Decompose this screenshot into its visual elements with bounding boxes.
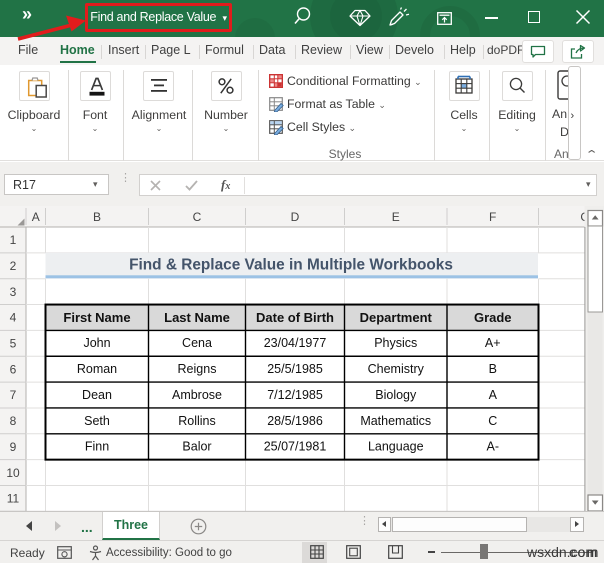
svg-text:Last Name: Last Name bbox=[164, 310, 230, 325]
svg-text:F: F bbox=[489, 210, 496, 224]
svg-text:Seth: Seth bbox=[84, 414, 110, 428]
svg-text:C: C bbox=[488, 414, 497, 428]
svg-text:Dean: Dean bbox=[82, 388, 112, 402]
svg-text:Department: Department bbox=[360, 310, 433, 325]
svg-text:7/12/1985: 7/12/1985 bbox=[267, 388, 323, 402]
svg-text:9: 9 bbox=[10, 440, 17, 454]
svg-text:First Name: First Name bbox=[63, 310, 130, 325]
svg-text:23/04/1977: 23/04/1977 bbox=[264, 336, 327, 350]
svg-text:6: 6 bbox=[10, 362, 17, 376]
svg-text:Find & Replace Value in Multip: Find & Replace Value in Multiple Workboo… bbox=[129, 256, 453, 273]
svg-text:John: John bbox=[83, 336, 110, 350]
svg-text:Physics: Physics bbox=[374, 336, 417, 350]
svg-text:A-: A- bbox=[487, 440, 500, 454]
svg-text:3: 3 bbox=[10, 285, 17, 299]
svg-text:1: 1 bbox=[10, 233, 17, 247]
svg-text:Cena: Cena bbox=[182, 336, 212, 350]
svg-text:E: E bbox=[392, 210, 400, 224]
svg-text:A: A bbox=[489, 388, 498, 402]
svg-text:C: C bbox=[193, 210, 202, 224]
svg-text:Finn: Finn bbox=[85, 440, 109, 454]
svg-text:B: B bbox=[489, 362, 497, 376]
svg-text:Reigns: Reigns bbox=[178, 362, 217, 376]
svg-text:25/5/1985: 25/5/1985 bbox=[267, 362, 323, 376]
svg-text:4: 4 bbox=[10, 311, 17, 325]
svg-text:Grade: Grade bbox=[474, 310, 512, 325]
svg-text:Rollins: Rollins bbox=[178, 414, 216, 428]
svg-text:Language: Language bbox=[368, 440, 424, 454]
svg-text:A+: A+ bbox=[485, 336, 501, 350]
svg-text:7: 7 bbox=[10, 388, 17, 402]
svg-text:Ambrose: Ambrose bbox=[172, 388, 222, 402]
svg-text:Biology: Biology bbox=[375, 388, 417, 402]
svg-text:Chemistry: Chemistry bbox=[368, 362, 425, 376]
svg-text:Date of Birth: Date of Birth bbox=[256, 310, 334, 325]
svg-text:10: 10 bbox=[6, 466, 20, 480]
svg-text:A: A bbox=[32, 210, 40, 224]
svg-text:Mathematics: Mathematics bbox=[360, 414, 431, 428]
svg-text:8: 8 bbox=[10, 414, 17, 428]
svg-text:Roman: Roman bbox=[77, 362, 117, 376]
svg-text:25/07/1981: 25/07/1981 bbox=[264, 440, 327, 454]
svg-text:2: 2 bbox=[10, 259, 17, 273]
svg-text:D: D bbox=[291, 210, 300, 224]
svg-text:5: 5 bbox=[10, 337, 17, 351]
svg-text:28/5/1986: 28/5/1986 bbox=[267, 414, 323, 428]
svg-text:B: B bbox=[93, 210, 101, 224]
svg-text:11: 11 bbox=[7, 492, 20, 506]
svg-text:Balor: Balor bbox=[182, 440, 211, 454]
